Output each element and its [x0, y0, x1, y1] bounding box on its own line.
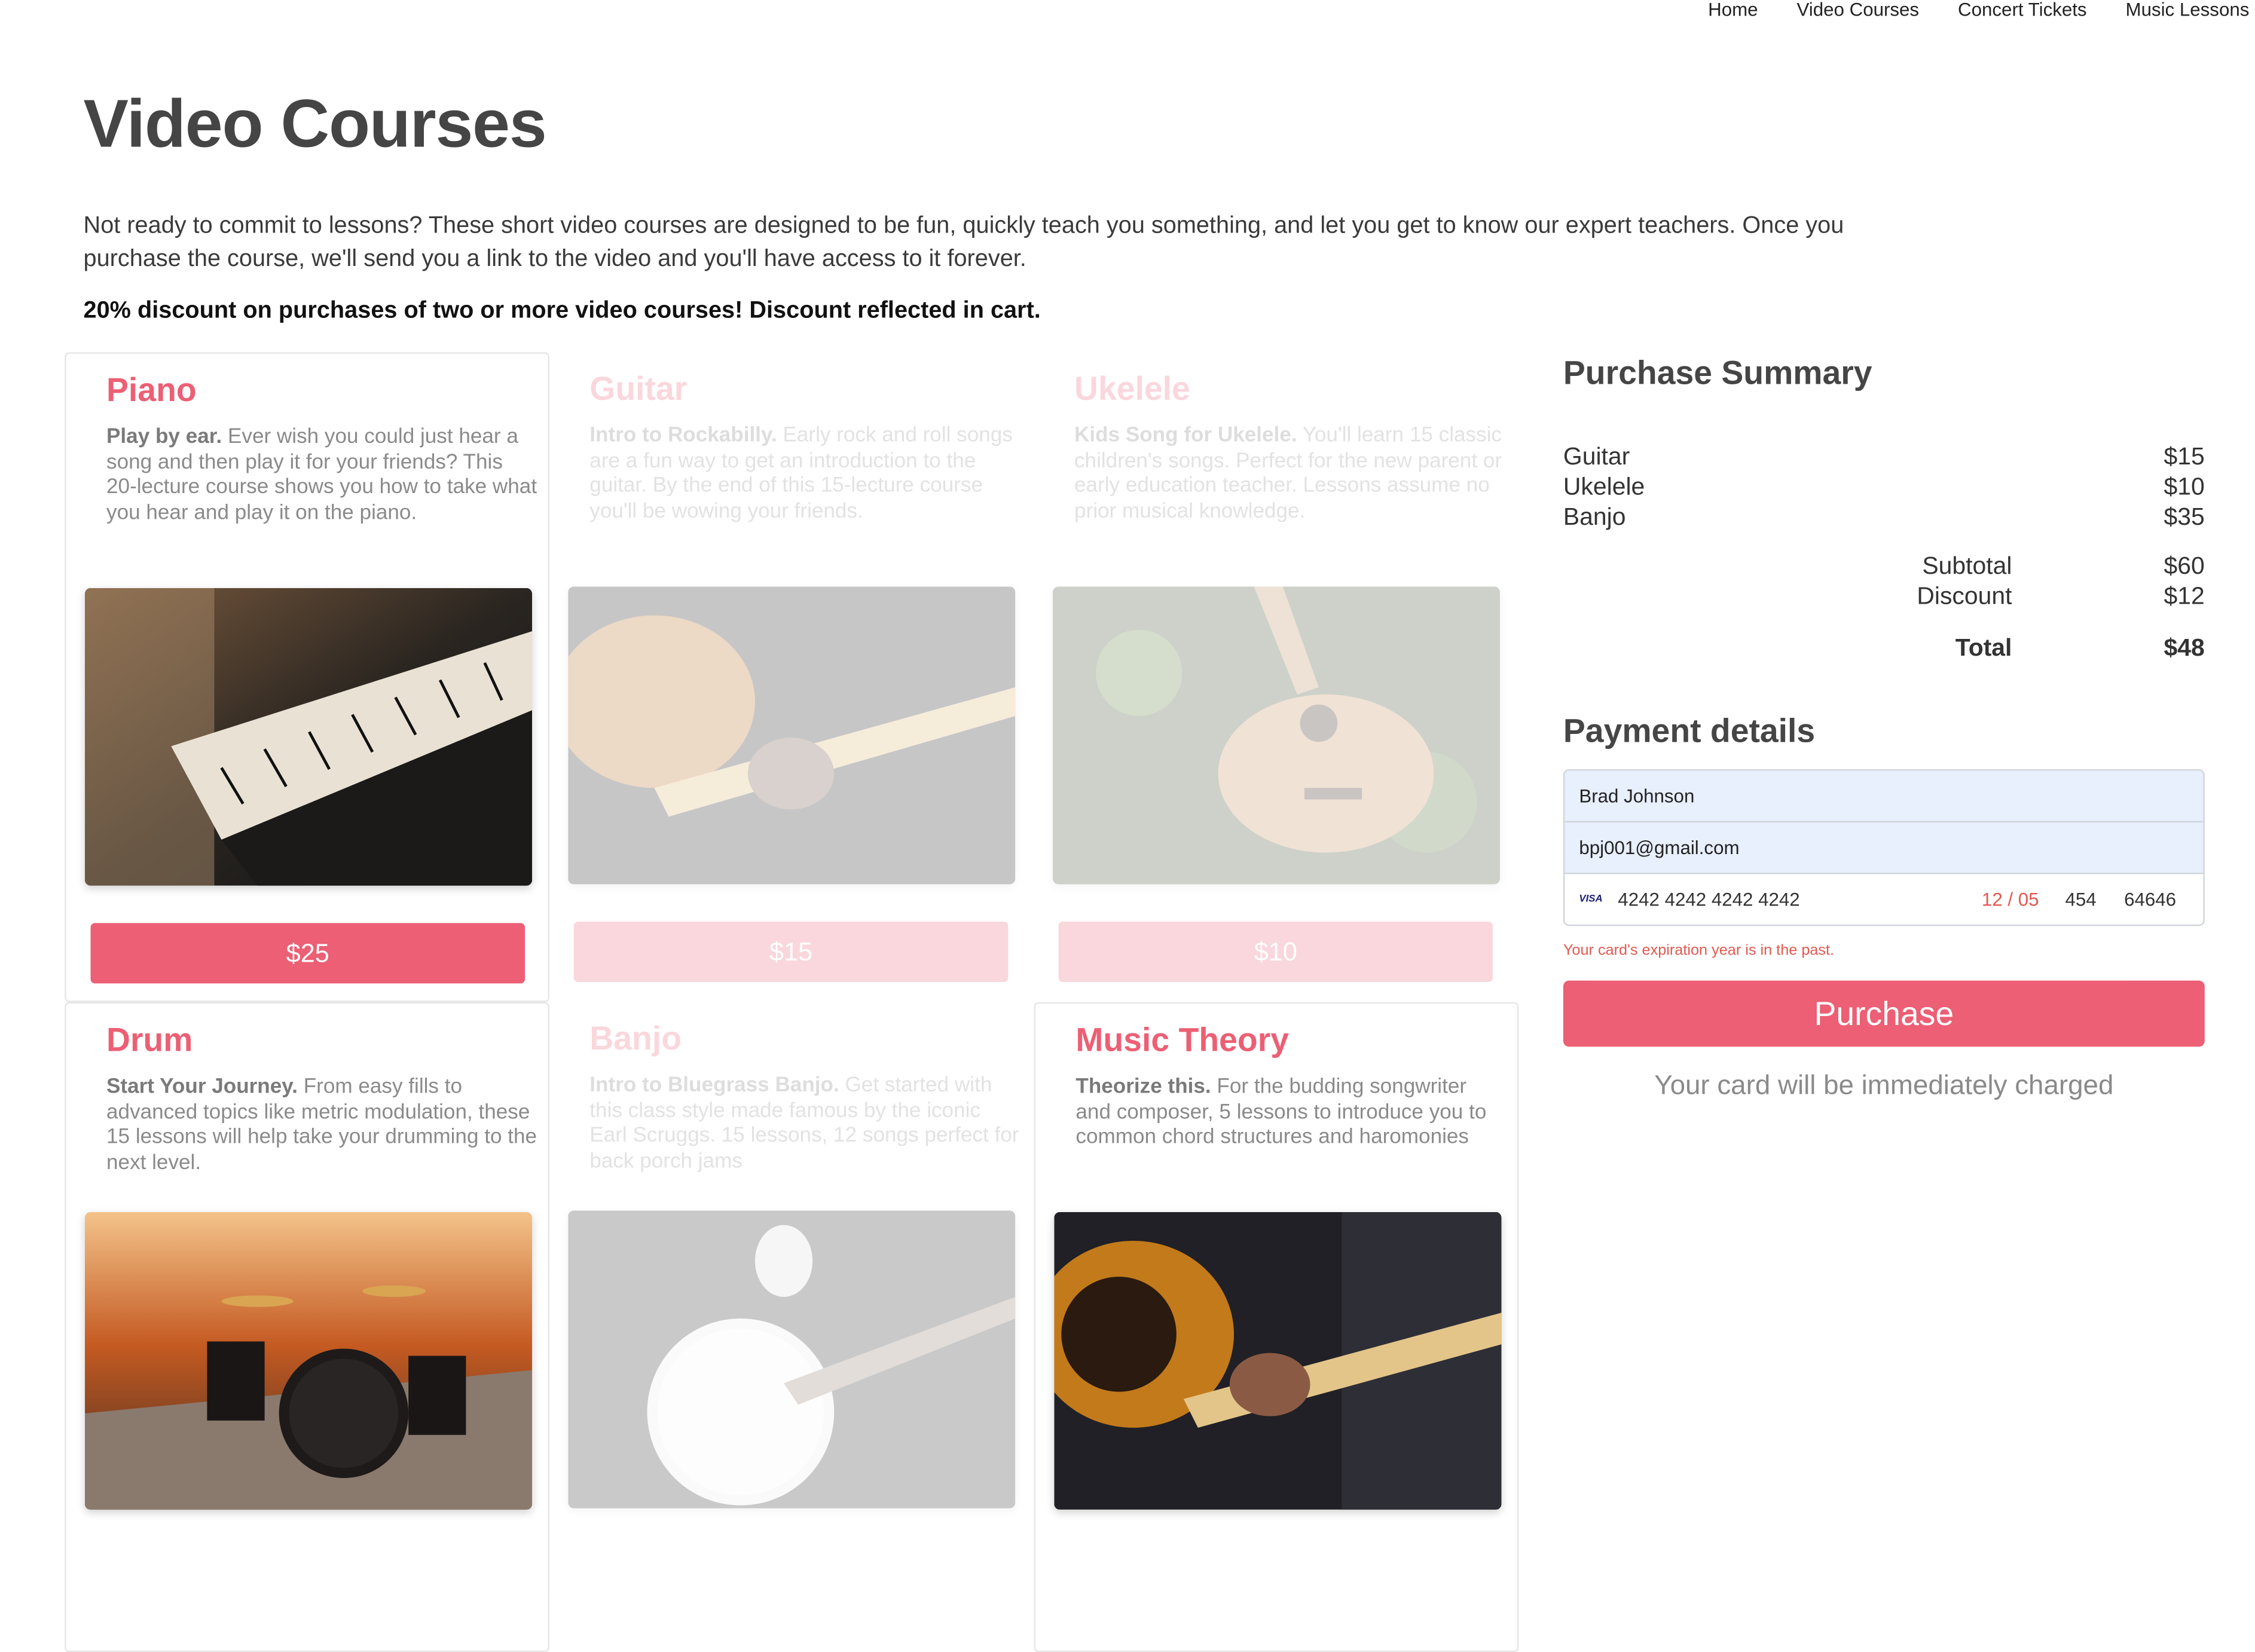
discount-value: $12 — [2164, 582, 2205, 610]
course-grid: Piano Play by ear. Ever wish you could j… — [65, 352, 1520, 1652]
drum-photo — [84, 1212, 533, 1510]
card-field[interactable]: VISA 4242 4242 4242 4242 12 / 05 454 646… — [1565, 874, 2204, 925]
buy-guitar-button[interactable]: $15 — [573, 921, 1009, 983]
course-tagline: Play by ear. — [106, 426, 222, 449]
purchase-button[interactable]: Purchase — [1563, 980, 2205, 1047]
total-value: $48 — [2164, 634, 2205, 662]
course-card-banjo: Banjo Intro to Bluegrass Banjo. Get star… — [549, 1002, 1034, 1652]
discount-label: Discount — [1917, 582, 2012, 610]
summary-items: Guitar $15 Ukelele $10 Banjo $35 — [1563, 442, 2205, 533]
item-price: $35 — [2164, 503, 2205, 531]
course-title: Banjo — [589, 1019, 682, 1057]
summary-item: Ukelele $10 — [1563, 472, 2205, 502]
item-name: Banjo — [1563, 503, 1626, 531]
subtotal-label: Subtotal — [1922, 552, 2012, 580]
card-error-message: Your card's expiration year is in the pa… — [1563, 941, 1835, 959]
course-card-music-theory: Music Theory Theorize this. For the budd… — [1034, 1002, 1519, 1652]
music-theory-photo — [1054, 1212, 1502, 1510]
course-title: Guitar — [589, 369, 688, 407]
course-description: Kids Song for Ukelele. You'll learn 15 c… — [1074, 424, 1506, 525]
subtotal-value: $60 — [2164, 552, 2205, 580]
card-number-field[interactable]: 4242 4242 4242 4242 — [1618, 874, 1799, 925]
card-zip-field[interactable]: 64646 — [2124, 874, 2176, 925]
piano-photo — [84, 588, 533, 886]
page-title: Video Courses — [83, 84, 547, 161]
item-price: $15 — [2164, 442, 2205, 470]
summary-item: Guitar $15 — [1563, 442, 2205, 472]
buy-piano-button[interactable]: $25 — [90, 923, 525, 984]
discount-row: Discount $12 — [1563, 582, 2205, 613]
item-name: Guitar — [1563, 442, 1630, 470]
email-field[interactable] — [1579, 837, 2183, 859]
course-tagline: Kids Song for Ukelele. — [1074, 424, 1297, 448]
course-tagline: Start Your Journey. — [106, 1075, 298, 1099]
course-tagline: Theorize this. — [1075, 1075, 1211, 1099]
nav-music-lessons[interactable]: Music Lessons — [2126, 0, 2250, 23]
top-nav: Home Video Courses Concert Tickets Music… — [1669, 0, 2249, 23]
subtotal-row: Subtotal $60 — [1563, 552, 2205, 583]
course-card-drum: Drum Start Your Journey. From easy fills… — [65, 1002, 549, 1652]
course-card-ukelele: Ukelele Kids Song for Ukelele. You'll le… — [1034, 352, 1519, 1002]
payment-form: VISA 4242 4242 4242 4242 12 / 05 454 646… — [1563, 769, 2205, 926]
course-tagline: Intro to Bluegrass Banjo. — [589, 1073, 839, 1097]
item-name: Ukelele — [1563, 473, 1645, 501]
purchase-summary: Purchase Summary Guitar $15 Ukelele $10 Ba… — [1563, 353, 2205, 662]
buy-ukelele-button[interactable]: $10 — [1058, 921, 1493, 983]
course-card-guitar: Guitar Intro to Rockabilly. Early rock a… — [549, 352, 1034, 1002]
charge-note: Your card will be immediately charged — [1654, 1071, 2114, 1102]
course-description: Intro to Bluegrass Banjo. Get started wi… — [589, 1074, 1021, 1174]
course-title: Music Theory — [1075, 1020, 1290, 1058]
course-title: Piano — [106, 371, 197, 409]
course-description: Theorize this. For the budding songwrite… — [1075, 1075, 1507, 1151]
nav-video-courses[interactable]: Video Courses — [1797, 0, 1920, 23]
payment-details-title: Payment details — [1563, 711, 1816, 749]
visa-card-icon: VISA — [1579, 894, 1603, 905]
course-tagline: Intro to Rockabilly. — [589, 424, 777, 448]
total-label: Total — [1955, 634, 2012, 662]
total-row: Total $48 — [1563, 634, 2205, 665]
course-title: Drum — [106, 1020, 193, 1058]
summary-item: Banjo $35 — [1563, 502, 2205, 533]
nav-home[interactable]: Home — [1708, 0, 1758, 23]
intro-text: Not ready to commit to lessons? These sh… — [83, 213, 1844, 272]
name-field-row — [1565, 770, 2204, 823]
name-field[interactable] — [1579, 785, 2183, 807]
discount-promo: 20% discount on purchases of two or more… — [83, 297, 1041, 324]
ukelele-photo — [1052, 586, 1501, 885]
nav-concert-tickets[interactable]: Concert Tickets — [1958, 0, 2087, 23]
course-card-piano: Piano Play by ear. Ever wish you could j… — [65, 352, 549, 1002]
card-cvc-field[interactable]: 454 — [2065, 874, 2096, 925]
guitar-photo — [568, 586, 1016, 885]
item-price: $10 — [2164, 473, 2205, 501]
banjo-photo — [568, 1210, 1016, 1509]
email-field-row — [1565, 822, 2204, 874]
card-expiry-field[interactable]: 12 / 05 — [1982, 874, 2039, 925]
course-title: Ukelele — [1074, 369, 1190, 407]
summary-title: Purchase Summary — [1563, 353, 1872, 391]
course-description: Play by ear. Ever wish you could just he… — [106, 426, 538, 526]
course-description: Intro to Rockabilly. Early rock and roll… — [589, 424, 1021, 525]
course-description: Start Your Journey. From easy fills to a… — [106, 1075, 538, 1176]
